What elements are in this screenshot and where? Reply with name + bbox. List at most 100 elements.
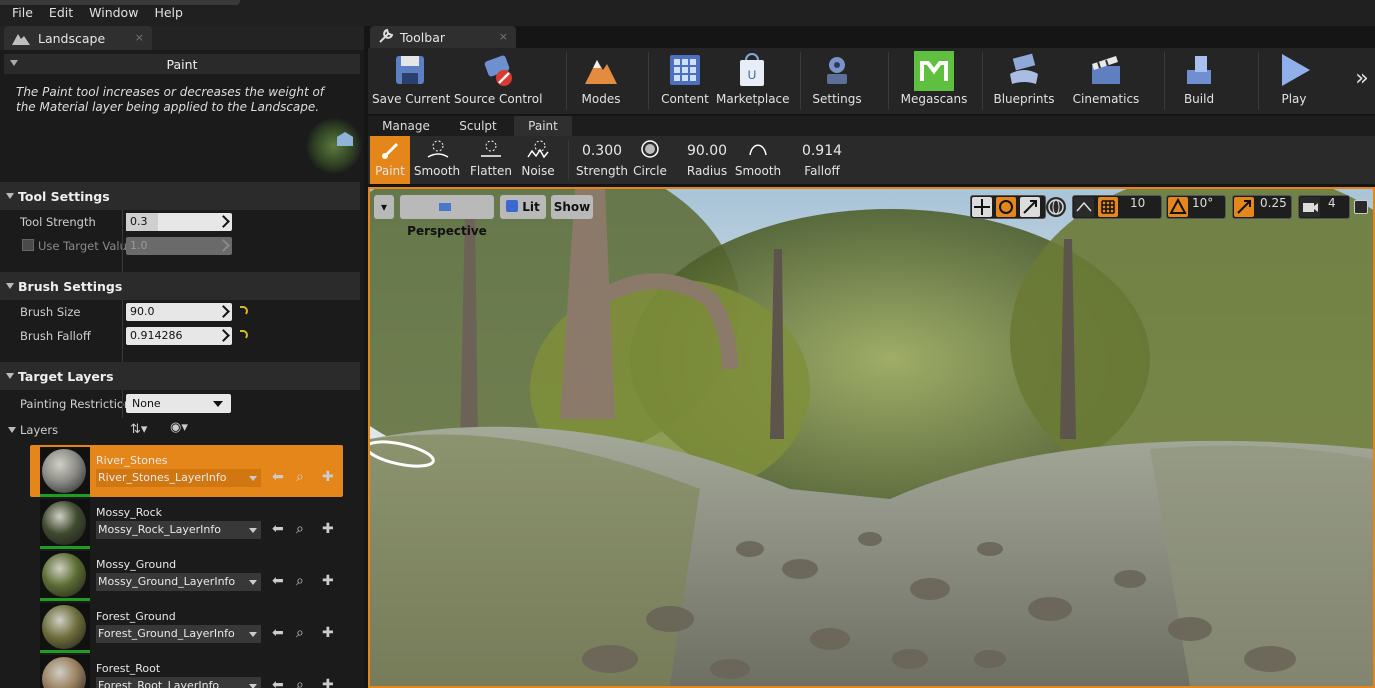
source-control-button[interactable]: Source Control xyxy=(454,48,542,114)
use-selected-asset-arrow-icon[interactable]: ⬅ xyxy=(272,626,284,640)
chevron-down-icon xyxy=(249,476,257,481)
smooth-tool-button[interactable]: Smooth xyxy=(412,136,462,184)
paint-description: The Paint tool increases or decreases th… xyxy=(16,85,325,114)
falloff-type-button[interactable]: Smooth xyxy=(734,136,782,184)
tab-manage[interactable]: Manage xyxy=(372,116,440,136)
add-layer-plus-icon[interactable]: ✚ xyxy=(322,470,334,484)
strength-control[interactable]: 0.300 Strength xyxy=(576,136,628,184)
layer-item[interactable]: Forest_Ground Forest_Ground_LayerInfo ⬅ ⌕ ✚ xyxy=(30,601,343,653)
camera-speed-value[interactable]: 4 xyxy=(1328,196,1336,210)
level-viewport[interactable]: ▾ Perspective Lit Show 10 10° 0.25 4 xyxy=(368,187,1375,688)
layer-item[interactable]: Mossy_Ground Mossy_Ground_LayerInfo ⬅ ⌕ ✚ xyxy=(30,549,343,601)
modes-button[interactable]: Modes xyxy=(574,48,628,114)
maximize-viewport-icon[interactable] xyxy=(1354,200,1368,214)
play-button[interactable]: Play xyxy=(1266,48,1322,114)
layer-info-select[interactable]: Mossy_Rock_LayerInfo xyxy=(96,521,261,539)
layer-info-select[interactable]: Forest_Ground_LayerInfo xyxy=(96,625,261,643)
visibility-eye-icon[interactable]: ◉▾ xyxy=(170,421,190,435)
browse-magnifier-icon[interactable]: ⌕ xyxy=(296,678,304,688)
world-space-globe-icon[interactable] xyxy=(1046,197,1066,217)
use-target-checkbox[interactable] xyxy=(22,239,34,251)
lit-mode-button[interactable]: Lit xyxy=(500,195,546,219)
scale-icon[interactable] xyxy=(1020,197,1040,217)
rotation-snap-value[interactable]: 10° xyxy=(1192,196,1213,210)
scale-snap-value[interactable]: 0.25 xyxy=(1260,196,1287,210)
use-selected-asset-arrow-icon[interactable]: ⬅ xyxy=(272,470,284,484)
use-target-input[interactable]: 1.0 xyxy=(126,237,232,255)
marketplace-label: Marketplace xyxy=(716,92,790,106)
viewport-options-button[interactable]: ▾ xyxy=(374,195,394,219)
perspective-button[interactable]: Perspective xyxy=(400,195,494,238)
layer-info-select[interactable]: Mossy_Ground_LayerInfo xyxy=(96,573,261,591)
flatten-tool-button[interactable]: Flatten xyxy=(466,136,516,184)
tool-settings-header[interactable]: Tool Settings xyxy=(0,182,360,210)
rotate-icon[interactable] xyxy=(996,197,1016,217)
camera-speed-icon[interactable] xyxy=(1300,197,1320,217)
falloff-control[interactable]: 0.914 Falloff xyxy=(798,136,846,184)
use-selected-asset-arrow-icon[interactable]: ⬅ xyxy=(272,678,284,688)
use-selected-asset-arrow-icon[interactable]: ⬅ xyxy=(272,574,284,588)
show-flags-button[interactable]: Show xyxy=(551,195,593,219)
layer-item[interactable]: Mossy_Rock Mossy_Rock_LayerInfo ⬅ ⌕ ✚ xyxy=(30,497,343,549)
add-layer-plus-icon[interactable]: ✚ xyxy=(322,626,334,640)
browse-magnifier-icon[interactable]: ⌕ xyxy=(296,574,304,588)
megascans-button[interactable]: Megascans xyxy=(898,48,970,114)
drag-handle-icon[interactable] xyxy=(217,305,230,318)
scale-snap-icon[interactable] xyxy=(1234,197,1254,217)
close-icon[interactable]: × xyxy=(135,31,144,44)
content-button[interactable]: Content xyxy=(658,48,712,114)
tab-paint[interactable]: Paint xyxy=(514,116,572,136)
save-current-button[interactable]: Save Current xyxy=(372,48,450,114)
paint-tool-button[interactable]: Paint xyxy=(370,136,410,184)
brush-settings-title: Brush Settings xyxy=(18,278,123,294)
reset-to-default-icon[interactable] xyxy=(240,306,248,316)
layer-item[interactable]: River_Stones River_Stones_LayerInfo ⬅ ⌕ ✚ xyxy=(30,445,343,497)
radius-control[interactable]: 90.00 Radius xyxy=(682,136,732,184)
tab-sculpt[interactable]: Sculpt xyxy=(444,116,512,136)
spacer-row xyxy=(0,258,360,272)
grid-snap-value[interactable]: 10 xyxy=(1130,196,1145,210)
use-selected-asset-arrow-icon[interactable]: ⬅ xyxy=(272,522,284,536)
brush-settings-header[interactable]: Brush Settings xyxy=(0,272,360,300)
layer-thumbnail xyxy=(40,447,90,497)
sort-icon[interactable]: ⇅▾ xyxy=(130,423,147,437)
grid-snap-icon[interactable] xyxy=(1098,197,1118,217)
layer-item[interactable]: Forest_Root Forest_Root_LayerInfo ⬅ ⌕ ✚ xyxy=(30,653,343,688)
browse-magnifier-icon[interactable]: ⌕ xyxy=(296,470,304,484)
play-icon xyxy=(1276,52,1312,88)
build-button[interactable]: Build xyxy=(1174,48,1224,114)
noise-tool-button[interactable]: Noise xyxy=(518,136,558,184)
cinematics-button[interactable]: Cinematics xyxy=(1072,48,1140,114)
marketplace-button[interactable]: U Marketplace xyxy=(716,48,790,114)
toolbar-tab[interactable]: Toolbar × xyxy=(370,26,516,48)
close-icon[interactable]: × xyxy=(499,30,508,43)
browse-magnifier-icon[interactable]: ⌕ xyxy=(296,522,304,536)
add-layer-plus-icon[interactable]: ✚ xyxy=(322,574,334,588)
collapse-arrow-icon[interactable] xyxy=(8,427,16,433)
brush-falloff-input[interactable]: 0.914286 xyxy=(126,327,232,345)
landscape-tab[interactable]: Landscape × xyxy=(4,26,152,50)
toolbar-overflow-button[interactable]: » xyxy=(1352,48,1372,114)
blueprints-label: Blueprints xyxy=(993,92,1055,106)
material-sphere-icon xyxy=(42,501,86,545)
drag-handle-icon[interactable] xyxy=(217,215,230,228)
blueprints-button[interactable]: Blueprints xyxy=(992,48,1056,114)
translate-icon[interactable] xyxy=(972,197,992,217)
add-layer-plus-icon[interactable]: ✚ xyxy=(322,522,334,536)
tool-strength-input[interactable]: 0.3 xyxy=(126,213,232,231)
add-layer-plus-icon[interactable]: ✚ xyxy=(322,678,334,688)
column-divider xyxy=(122,210,123,234)
brush-size-input[interactable]: 90.0 xyxy=(126,303,232,321)
drag-handle-icon[interactable] xyxy=(217,329,230,342)
surface-snap-icon[interactable] xyxy=(1074,197,1094,217)
rotation-snap-icon[interactable] xyxy=(1168,197,1188,217)
layer-info-select[interactable]: River_Stones_LayerInfo xyxy=(96,469,261,487)
paint-section-header[interactable]: Paint xyxy=(4,54,360,74)
brush-type-button[interactable]: Circle xyxy=(630,136,670,184)
painting-restriction-select[interactable]: None xyxy=(126,394,231,413)
layer-info-select[interactable]: Forest_Root_LayerInfo xyxy=(96,677,261,688)
target-layers-header[interactable]: Target Layers xyxy=(0,362,360,390)
browse-magnifier-icon[interactable]: ⌕ xyxy=(296,626,304,640)
reset-to-default-icon[interactable] xyxy=(240,330,248,340)
settings-button[interactable]: Settings xyxy=(810,48,864,114)
